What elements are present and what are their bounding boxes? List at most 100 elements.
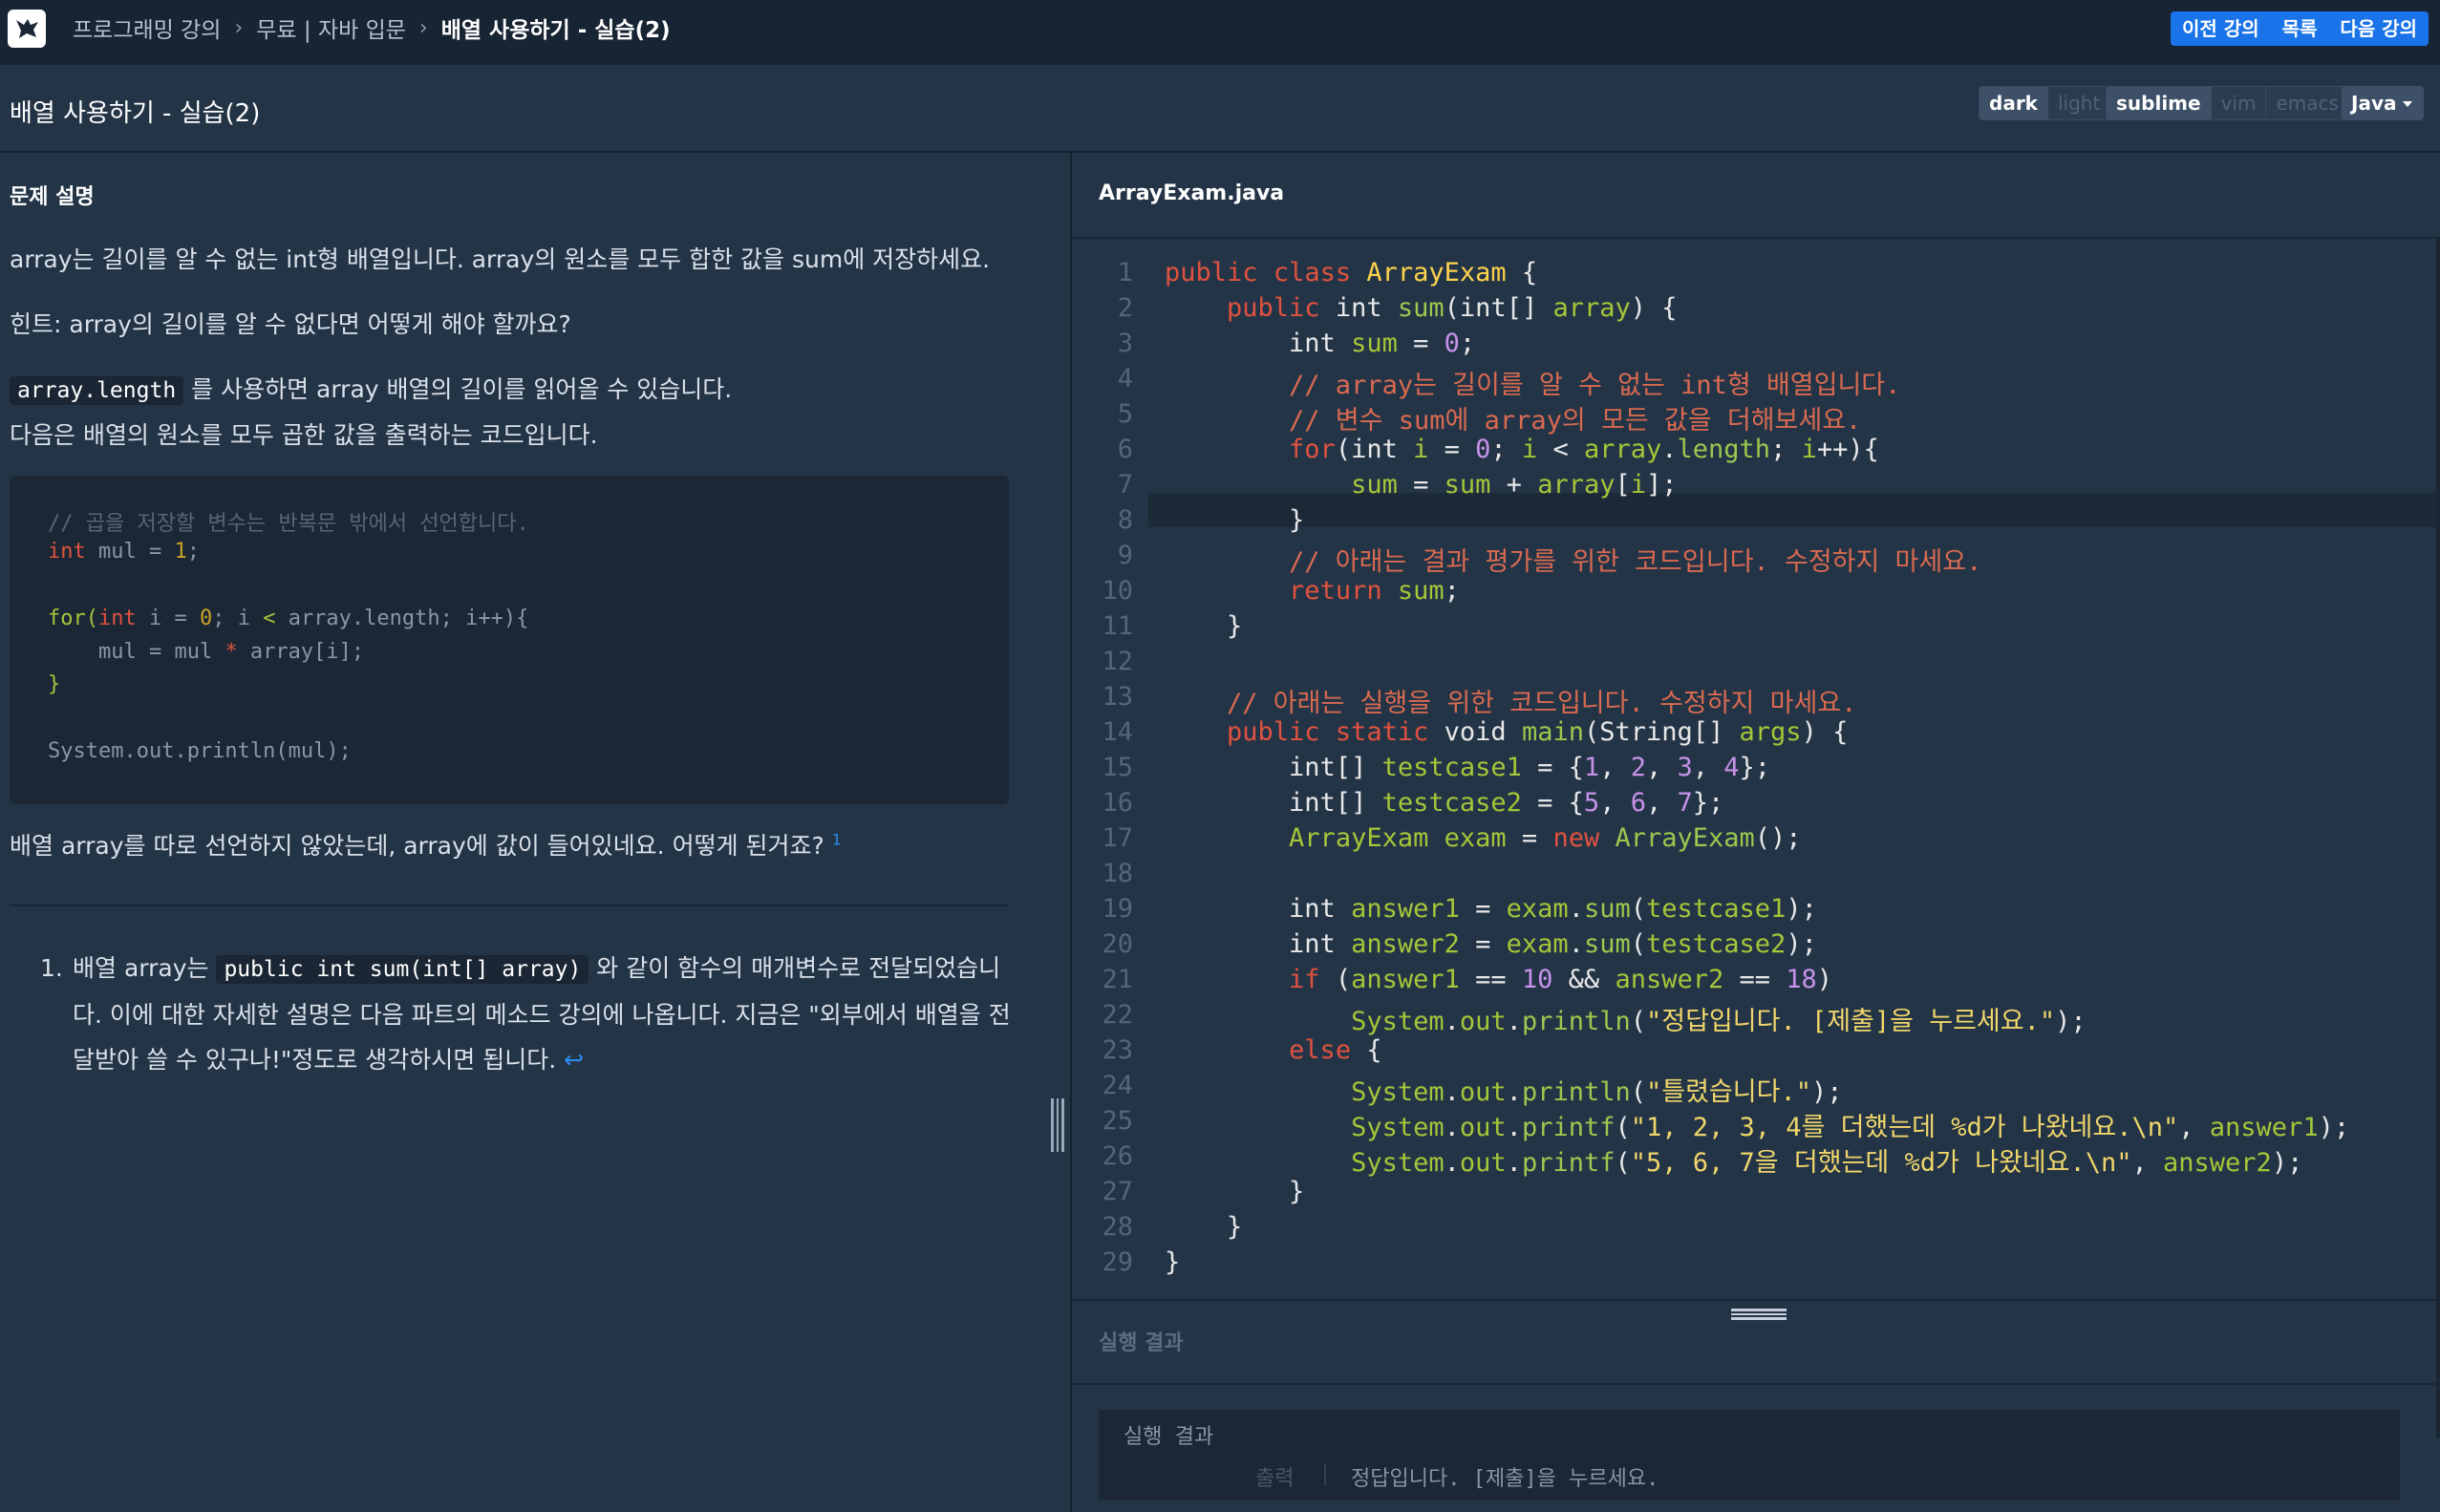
code-line: int sum = 0; [1165,329,1476,358]
breadcrumb: 프로그래밍 강의 › 무료 | 자바 입문 › 배열 사용하기 - 실습(2) [73,0,671,55]
keymap-emacs-button[interactable]: emacs [2266,87,2348,119]
problem-section-title: 문제 설명 [10,185,95,209]
theme-light-button[interactable]: light [2047,87,2110,119]
line-number: 8 [1117,505,1133,535]
line-number: 25 [1102,1106,1133,1136]
line-number: 23 [1102,1035,1133,1065]
problem-paragraph-5: 배열 array를 따로 선언하지 않았는데, array에 값이 들어있네요.… [10,827,842,862]
problem-paragraph-3-text: 를 사용하면 array 배열의 길이를 읽어올 수 있습니다. [183,375,733,403]
line-number: 18 [1102,859,1133,888]
code-line: System.out.println("정답입니다. [제출]을 누르세요.")… [1351,1007,2087,1036]
inline-code: public int sum(int[] array) [216,955,589,984]
line-number: 9 [1117,541,1133,570]
code-line: sum = sum + array[i]; [1351,470,1678,500]
line-number: 14 [1102,717,1133,747]
code-line: public static void main(String[] args) { [1227,717,1849,747]
theme-toggle: dark light [1979,86,2111,120]
keymap-sublime-button[interactable]: sublime [2107,87,2212,119]
caret-down-icon [2403,101,2412,107]
code-line: int answer2 = exam.sum(testcase2); [1165,929,1817,959]
line-number: 1 [1117,258,1133,287]
footnote-text: 배열 array는 public int sum(int[] array) 와 … [73,946,1018,1082]
line-number: 5 [1117,399,1133,429]
home-logo-icon[interactable] [8,10,46,48]
divider [1072,1383,2440,1385]
code-line: int[] testcase2 = {5, 6, 7}; [1165,788,1724,818]
line-number: 11 [1102,611,1133,641]
line-number: 4 [1117,364,1133,394]
example-code-line: int mul = 1; [48,540,200,564]
result-box-label: 실행 결과 [1124,1425,1214,1449]
lesson-header: 배열 사용하기 - 실습(2) dark light sublime vim e… [0,65,2440,153]
lecture-nav-group: 이전 강의 목록 다음 강의 [2171,11,2429,46]
code-editor-panel: ArrayExam.java 1 2 3 4 5 6 7 8 9 10 11 1… [1070,153,2440,1512]
line-number: 29 [1102,1247,1133,1277]
line-number: 7 [1117,470,1133,500]
code-line: if (answer1 == 10 && answer2 == 18) [1289,965,1833,994]
code-line: int[] testcase1 = {1, 2, 3, 4}; [1165,753,1771,782]
line-number: 20 [1102,929,1133,959]
line-number: 6 [1117,435,1133,464]
code-line: int answer1 = exam.sum(testcase1); [1165,894,1817,924]
code-line: } [1165,1247,1181,1277]
problem-description-panel[interactable]: 문제 설명 array는 길이를 알 수 없는 int형 배열입니다. arra… [0,153,1070,1512]
line-number: 27 [1102,1177,1133,1206]
panel-resize-handle[interactable] [1051,1098,1064,1152]
divider [1072,1299,2440,1301]
example-code-line: } [48,672,61,696]
line-number: 28 [1102,1212,1133,1242]
top-navigation-bar: 프로그래밍 강의 › 무료 | 자바 입문 › 배열 사용하기 - 실습(2) … [0,0,2440,65]
lecture-list-button[interactable]: 목록 [2271,11,2329,46]
inline-code: array.length [10,376,184,405]
prev-lecture-button[interactable]: 이전 강의 [2171,11,2271,46]
language-select-value: Java [2351,92,2397,115]
chevron-right-icon: › [418,15,428,40]
code-line: // 변수 sum에 array의 모든 값을 더해보세요. [1165,406,1862,436]
code-line: for(int i = 0; i < array.length; i++){ [1289,435,1879,464]
code-line: } [1165,505,1305,535]
output-label: 출력 [1255,1467,1295,1491]
code-line: } [1165,611,1243,641]
footnote-ref-link[interactable]: 1 [832,831,842,849]
keymap-vim-button[interactable]: vim [2211,87,2267,119]
problem-paragraph-5-text: 배열 array를 따로 선언하지 않았는데, array에 값이 들어있네요.… [10,832,824,860]
example-code-line: System.out.println(mul); [48,739,352,763]
line-number: 10 [1102,576,1133,606]
code-line: System.out.println("틀렸습니다."); [1351,1077,1843,1107]
chevron-right-icon: › [234,15,244,40]
example-code-line: mul = mul * array[i]; [48,640,365,664]
breadcrumb-item-java-intro[interactable]: 무료 | 자바 입문 [256,11,406,44]
code-line: else { [1289,1035,1382,1065]
line-number: 2 [1117,293,1133,323]
footnote-backref-icon[interactable]: ↩ [564,1046,584,1074]
editor-filename-tab[interactable]: ArrayExam.java [1099,181,1284,205]
line-number: 19 [1102,894,1133,924]
breadcrumb-item-programming-lectures[interactable]: 프로그래밍 강의 [73,11,221,44]
divider [1072,237,2440,239]
problem-paragraph-1: array는 길이를 알 수 없는 int형 배열입니다. array의 원소를… [10,245,991,273]
code-line: System.out.printf("5, 6, 7을 더했는데 %d가 나왔네… [1351,1148,2303,1178]
problem-hint: 힌트: array의 길이를 알 수 없다면 어떻게 해야 할까요? [10,310,571,338]
line-number: 16 [1102,788,1133,818]
lesson-title: 배열 사용하기 - 실습(2) [10,99,261,128]
theme-dark-button[interactable]: dark [1980,87,2048,119]
code-line: } [1165,1212,1243,1242]
breadcrumb-item-current: 배열 사용하기 - 실습(2) [440,18,671,43]
result-resize-handle[interactable] [1731,1309,1787,1320]
line-number: 22 [1102,1000,1133,1030]
code-line: return sum; [1289,576,1460,606]
code-line: public class ArrayExam { [1165,258,1538,287]
code-editor[interactable]: 1 2 3 4 5 6 7 8 9 10 11 12 13 14 15 16 1… [1072,258,2438,1446]
code-line: // 아래는 결과 평가를 위한 코드입니다. 수정하지 마세요. [1165,547,1982,577]
language-select[interactable]: Java [2342,86,2424,120]
code-line: // array는 길이를 알 수 없는 int형 배열입니다. [1165,371,1901,400]
example-code-line: // 곱을 저장할 변수는 반복문 밖에서 선언합니다. [48,512,529,536]
problem-paragraph-3: array.length 를 사용하면 array 배열의 길이를 읽어올 수 … [10,371,732,405]
footnote-item: 1. 배열 array는 public int sum(int[] array)… [40,946,1018,1082]
line-number: 12 [1102,647,1133,676]
example-code-block: // 곱을 저장할 변수는 반복문 밖에서 선언합니다. int mul = 1… [10,476,1009,804]
code-line: } [1165,1177,1305,1206]
next-lecture-button[interactable]: 다음 강의 [2328,11,2429,46]
result-output-box: 실행 결과 출력 정답입니다. [제출]을 누르세요. [1099,1410,2400,1500]
footnote-text-pre: 배열 array는 [73,954,217,982]
